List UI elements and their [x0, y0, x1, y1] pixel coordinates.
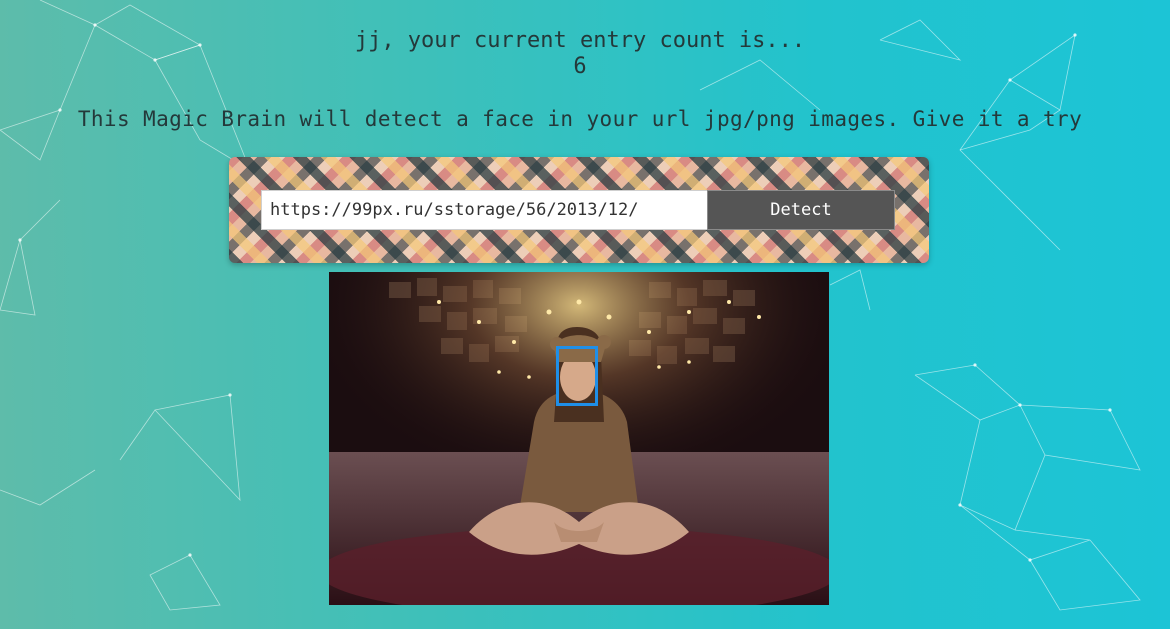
- entry-count: 6: [573, 54, 587, 79]
- face-bounding-box: [556, 346, 598, 406]
- detected-image: [329, 272, 829, 605]
- instructions-text: This Magic Brain will detect a face in y…: [77, 107, 1083, 131]
- entry-count-greeting: jj, your current entry count is... 6: [0, 28, 1160, 80]
- image-url-input[interactable]: [261, 190, 711, 230]
- detect-button[interactable]: Detect: [707, 190, 895, 230]
- greeting-text: jj, your current entry count is...: [354, 28, 806, 53]
- photo-illustration: [329, 272, 829, 605]
- image-url-form: Detect: [229, 157, 929, 263]
